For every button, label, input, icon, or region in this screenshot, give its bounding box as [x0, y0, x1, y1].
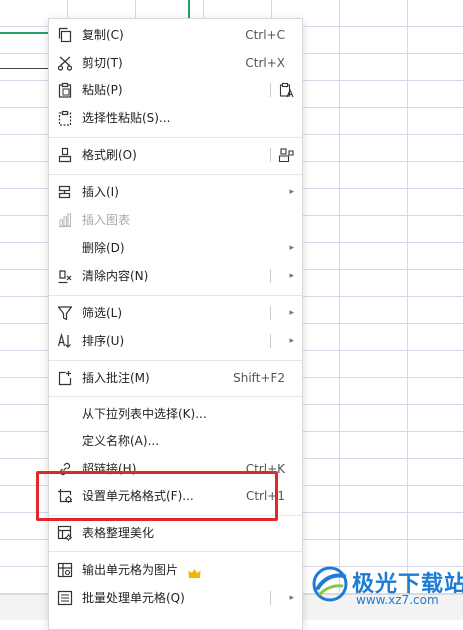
- menu-item-label: 清除内容(N): [82, 269, 149, 283]
- shortcut-label: Ctrl+1: [245, 489, 285, 503]
- menu-item-table-beautify[interactable]: 表格整理美化: [49, 520, 302, 547]
- menu-item-filter[interactable]: 筛选(L) ▸: [49, 300, 302, 327]
- menu-divider: [270, 148, 271, 162]
- submenu-arrow-icon: ▸: [289, 187, 294, 197]
- menu-separator: [49, 515, 302, 516]
- submenu-arrow-icon: ▸: [289, 336, 294, 346]
- menu-divider: [270, 334, 271, 348]
- cell-selection-border: [0, 32, 48, 34]
- filter-icon: [57, 305, 73, 321]
- shortcut-label: Shift+F2: [233, 371, 285, 385]
- batch-icon: [57, 590, 73, 606]
- image-export-icon: [57, 562, 73, 578]
- menu-item-label: 设置单元格格式(F)...: [82, 489, 194, 503]
- menu-separator: [49, 295, 302, 296]
- copy-icon: [57, 27, 73, 43]
- menu-item-paste[interactable]: 粘贴(P): [49, 77, 302, 104]
- menu-divider: [270, 591, 271, 605]
- menu-item-label: 表格整理美化: [82, 526, 155, 540]
- menu-item-clear-contents[interactable]: 清除内容(N) ▸: [49, 263, 302, 290]
- context-menu: 复制(C) Ctrl+C 剪切(T) Ctrl+X 粘贴(P) 选择性粘贴(S)…: [48, 18, 303, 630]
- submenu-arrow-icon: ▸: [289, 271, 294, 281]
- watermark-url: www.xz7.com: [356, 593, 439, 607]
- sort-icon: [57, 333, 73, 349]
- paste-special-icon: [57, 110, 73, 126]
- submenu-arrow-icon: ▸: [289, 243, 294, 253]
- watermark: 极光下载站 www.xz7.com: [310, 562, 463, 612]
- menu-item-sort[interactable]: 排序(U) ▸: [49, 328, 302, 355]
- menu-item-label: 输出单元格为图片: [82, 563, 179, 577]
- paste-format-icon[interactable]: [278, 82, 294, 98]
- cell-format-icon: [57, 488, 73, 504]
- eraser-icon: [57, 268, 73, 284]
- menu-item-insert-chart: 插入图表: [49, 207, 302, 234]
- menu-item-insert-comment[interactable]: 插入批注(M) Shift+F2: [49, 365, 302, 392]
- shortcut-label: Ctrl+X: [245, 56, 285, 70]
- menu-item-label: 排序(U): [82, 334, 125, 348]
- menu-item-label: 从下拉列表中选择(K)...: [82, 407, 207, 421]
- menu-divider: [270, 269, 271, 283]
- menu-item-label: 插入图表: [82, 213, 131, 227]
- cell-selection-border: [188, 0, 190, 20]
- table-beautify-icon: [57, 525, 73, 541]
- menu-item-label: 批量处理单元格(Q): [82, 591, 185, 605]
- menu-item-label: 删除(D): [82, 241, 125, 255]
- shortcut-label: Ctrl+K: [245, 462, 285, 476]
- submenu-arrow-icon: ▸: [289, 308, 294, 318]
- menu-item-label: 复制(C): [82, 28, 124, 42]
- menu-item-label: 插入批注(M): [82, 371, 150, 385]
- shortcut-label: Ctrl+C: [245, 28, 285, 42]
- menu-item-paste-special[interactable]: 选择性粘贴(S)...: [49, 105, 302, 132]
- menu-item-format-cells[interactable]: 设置单元格格式(F)... Ctrl+1: [49, 483, 302, 510]
- menu-item-copy[interactable]: 复制(C) Ctrl+C: [49, 22, 302, 49]
- menu-item-label: 格式刷(O): [82, 148, 137, 162]
- menu-item-label: 超链接(H)...: [82, 462, 148, 476]
- menu-item-label: 选择性粘贴(S)...: [82, 111, 171, 125]
- crown-icon: [188, 564, 201, 578]
- menu-item-define-name[interactable]: 定义名称(A)...: [49, 428, 302, 455]
- aurora-logo-icon: [310, 564, 350, 604]
- menu-divider: [270, 306, 271, 320]
- menu-item-label: 定义名称(A)...: [82, 434, 160, 448]
- menu-divider: [270, 83, 271, 97]
- menu-item-insert[interactable]: 插入(I) ▸: [49, 179, 302, 206]
- menu-item-label: 剪切(T): [82, 56, 123, 70]
- menu-separator: [49, 396, 302, 397]
- menu-separator: [49, 174, 302, 175]
- format-painter-icon: [57, 147, 73, 163]
- scissors-icon: [57, 55, 73, 71]
- menu-item-format-painter[interactable]: 格式刷(O): [49, 142, 302, 169]
- insert-icon: [57, 184, 73, 200]
- menu-item-pick-from-list[interactable]: 从下拉列表中选择(K)...: [49, 401, 302, 428]
- menu-item-cut[interactable]: 剪切(T) Ctrl+X: [49, 50, 302, 77]
- menu-item-label: 粘贴(P): [82, 83, 123, 97]
- menu-separator: [49, 360, 302, 361]
- menu-item-label: 插入(I): [82, 185, 119, 199]
- link-icon: [57, 461, 73, 477]
- menu-separator: [49, 551, 302, 552]
- paste-icon: [57, 82, 73, 98]
- menu-item-label: 筛选(L): [82, 306, 123, 320]
- menu-separator: [49, 137, 302, 138]
- menu-item-delete[interactable]: 删除(D) ▸: [49, 235, 302, 262]
- comment-icon: [57, 370, 73, 386]
- menu-item-hyperlink[interactable]: 超链接(H)... Ctrl+K: [49, 456, 302, 483]
- cell-border-line: [0, 68, 48, 69]
- menu-item-export-cells-image[interactable]: 输出单元格为图片: [49, 557, 302, 584]
- menu-item-batch-process[interactable]: 批量处理单元格(Q) ▸: [49, 585, 302, 612]
- format-painter-extra-icon[interactable]: [278, 147, 294, 163]
- submenu-arrow-icon: ▸: [289, 593, 294, 603]
- chart-icon: [57, 212, 73, 228]
